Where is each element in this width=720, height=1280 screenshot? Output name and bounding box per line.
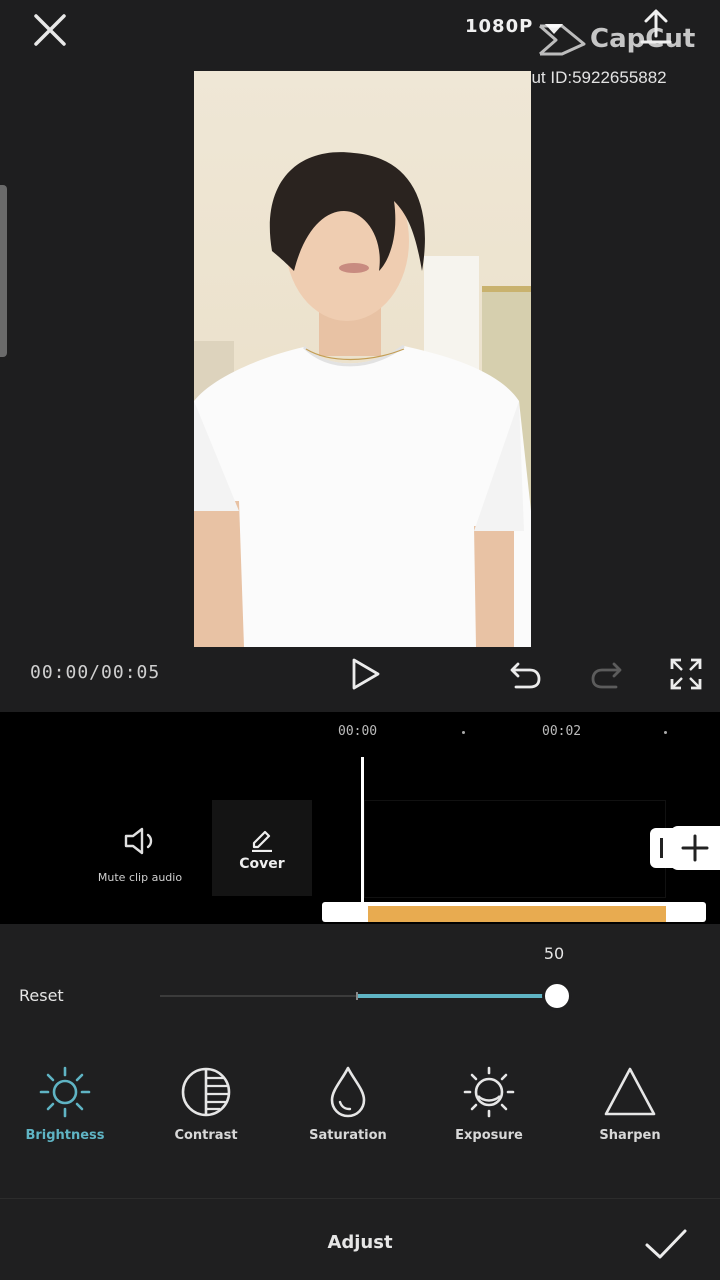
pencil-icon <box>252 830 272 852</box>
tool-label: Brightness <box>25 1128 105 1143</box>
export-icon[interactable] <box>640 8 672 44</box>
contrast-icon <box>181 1067 231 1117</box>
timeline-tick-label: 00:02 <box>542 724 582 739</box>
tool-label: Saturation <box>309 1128 387 1143</box>
timeline-tick-dot <box>462 731 465 734</box>
play-icon[interactable] <box>346 656 382 692</box>
panel-divider <box>0 1198 720 1199</box>
add-clip-plus-icon[interactable] <box>670 826 720 870</box>
time-readout: 00:00/00:05 <box>30 662 161 683</box>
video-preview[interactable] <box>194 71 531 647</box>
tool-contrast[interactable]: Contrast <box>141 1064 271 1160</box>
mute-clip-audio-label: Mute clip audio <box>97 871 183 884</box>
resolution-selector[interactable]: 1080P <box>465 16 533 37</box>
tool-label: Sharpen <box>599 1128 661 1143</box>
panel-title: Adjust <box>327 1232 393 1253</box>
slider-fill <box>358 994 556 998</box>
brightness-icon <box>39 1066 91 1118</box>
side-drawer-handle[interactable] <box>0 185 7 357</box>
tool-label: Contrast <box>174 1128 238 1143</box>
exposure-icon <box>463 1066 515 1118</box>
video-clip-track[interactable] <box>364 800 666 898</box>
timeline-tick-label: 00:00 <box>338 724 378 739</box>
slider-value: 50 <box>543 944 565 963</box>
playhead[interactable] <box>361 757 364 917</box>
cover-button[interactable] <box>212 800 312 896</box>
clip-bar-fill <box>368 906 666 922</box>
undo-icon[interactable] <box>508 658 542 690</box>
tool-sharpen[interactable]: Sharpen <box>565 1064 695 1160</box>
close-icon[interactable] <box>30 10 70 50</box>
slider-thumb[interactable] <box>542 981 572 1011</box>
add-clip-tab-marker <box>660 838 663 858</box>
tool-exposure[interactable]: Exposure <box>424 1064 554 1160</box>
redo-icon[interactable] <box>590 658 624 690</box>
fullscreen-icon[interactable] <box>668 656 704 692</box>
reset-button[interactable]: Reset <box>19 986 64 1005</box>
drop-icon <box>330 1066 366 1118</box>
triangle-icon <box>604 1067 656 1116</box>
tool-label: Exposure <box>455 1128 523 1143</box>
checkmark-icon[interactable] <box>644 1226 688 1262</box>
timeline-tick-dot <box>664 731 667 734</box>
tool-brightness[interactable]: Brightness <box>0 1064 130 1160</box>
slider-center-marker <box>356 992 358 1000</box>
speaker-icon <box>124 827 153 855</box>
cover-label: Cover <box>239 856 285 872</box>
tool-saturation[interactable]: Saturation <box>283 1064 413 1160</box>
